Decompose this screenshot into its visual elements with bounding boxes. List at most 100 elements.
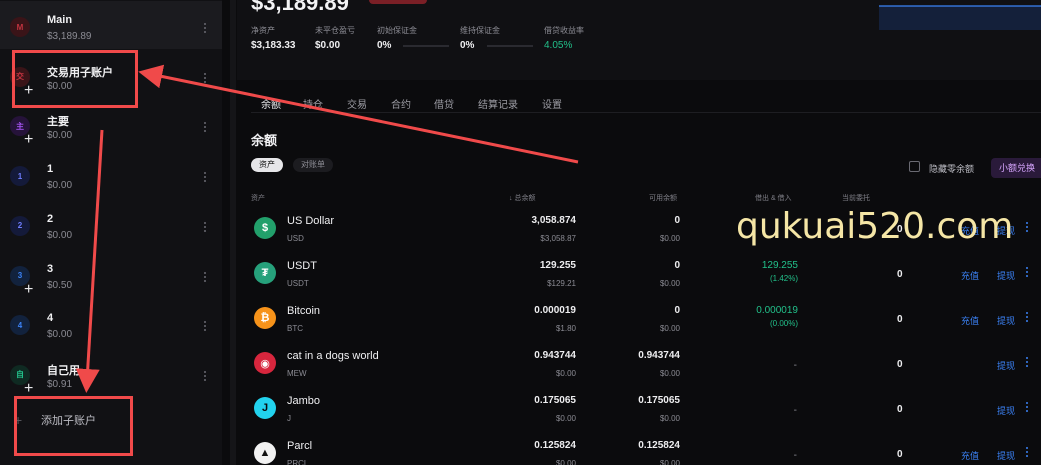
borrow-lend-rate: (1.42%)	[769, 274, 798, 283]
subaccount-balance: $3,189.89	[47, 31, 92, 42]
tab-trades[interactable]: 交易	[347, 96, 367, 111]
subaccount-avatar: 1	[10, 166, 30, 187]
asset-symbol: USD	[287, 234, 304, 243]
subaccount-item[interactable]: M Main $3,189.89	[0, 1, 222, 49]
plus-badge-icon: +	[24, 280, 34, 298]
row-more-icon[interactable]	[1026, 310, 1029, 324]
more-options-icon[interactable]	[204, 220, 208, 234]
row-more-icon[interactable]	[1026, 400, 1029, 414]
asset-row: ◉ cat in a dogs world MEW 0.943744 $0.00 0.94…	[237, 342, 1041, 386]
asset-row: ₿ Bitcoin BTC 0.000019 $1.80 0 $0.00 0.000019 (0…	[237, 297, 1041, 341]
open-orders-count: 0	[897, 314, 903, 325]
kpi-label-equity: 净资产	[251, 26, 275, 35]
asset-name: Parcl	[287, 440, 313, 452]
total-balance-value: 0.175065	[534, 395, 576, 406]
subaccount-avatar: 2	[10, 215, 30, 236]
pill-assets[interactable]: 资产	[251, 158, 283, 172]
asset-symbol: MEW	[287, 369, 307, 378]
initial-margin-bar	[403, 45, 449, 47]
pill-statement[interactable]: 对账单	[293, 158, 333, 172]
subaccount-avatar: 4	[10, 315, 30, 336]
subaccount-name: 3	[47, 262, 54, 275]
coin-icon: ₿	[254, 307, 276, 329]
hide-zero-checkbox[interactable]	[909, 161, 920, 172]
withdraw-link[interactable]: 提现	[997, 404, 1015, 417]
available-balance-usd: $0.00	[659, 459, 680, 465]
borrow-lend-rate: (0.00%)	[769, 319, 798, 328]
tab-positions[interactable]: 持仓	[303, 96, 323, 111]
subaccount-balance: $0.00	[47, 180, 73, 192]
asset-symbol: BTC	[287, 324, 303, 333]
subaccount-name: Main	[47, 14, 73, 26]
asset-symbol: USDT	[287, 279, 309, 288]
subaccount-name: 4	[47, 312, 54, 325]
row-more-icon[interactable]	[1026, 445, 1029, 459]
withdraw-link[interactable]: 提现	[997, 269, 1015, 282]
open-orders-count: 0	[897, 269, 903, 280]
kpi-label-maintenance-margin: 维持保证金	[460, 26, 500, 35]
coin-icon: ₮	[254, 262, 276, 284]
tab-settings[interactable]: 设置	[542, 96, 562, 111]
col-header-total[interactable]: ↓ 总余额	[509, 193, 535, 203]
subaccount-item[interactable]: 自 + 自己用 $0.91	[0, 349, 222, 397]
deposit-link[interactable]: 充值	[961, 269, 979, 282]
col-header-borrow-lend: 借出 & 借入	[755, 195, 792, 202]
row-more-icon[interactable]	[1026, 220, 1029, 234]
asset-name: USDT	[287, 260, 317, 272]
plus-badge-icon: +	[24, 131, 34, 149]
subaccount-balance: $0.00	[47, 329, 73, 341]
withdraw-link[interactable]: 提现	[997, 314, 1015, 327]
total-balance-usd: $0.00	[555, 414, 576, 423]
row-more-icon[interactable]	[1026, 265, 1029, 279]
highlight-box-subaccount	[12, 50, 138, 108]
col-header-orders: 当前委托	[842, 195, 870, 202]
tab-divider	[251, 112, 1041, 113]
subaccount-item[interactable]: 2 2 $0.00	[0, 200, 222, 248]
kpi-value-initial-margin: 0%	[377, 40, 392, 51]
watermark-text: qukuai520.com	[736, 206, 1014, 247]
subaccount-name: 1	[47, 163, 54, 176]
kpi-label-unrealized-pnl: 未平仓盈亏	[315, 26, 355, 35]
small-convert-button[interactable]: 小额兑换	[991, 158, 1041, 178]
withdraw-link[interactable]: 提现	[997, 359, 1015, 372]
available-balance-usd: $0.00	[659, 279, 680, 288]
more-options-icon[interactable]	[204, 170, 208, 184]
more-options-icon[interactable]	[204, 71, 208, 85]
more-options-icon[interactable]	[204, 319, 208, 333]
subaccount-item[interactable]: 1 1 $0.00	[0, 150, 222, 198]
asset-symbol: J	[287, 414, 291, 423]
more-options-icon[interactable]	[204, 120, 208, 134]
coin-icon: ◉	[254, 352, 276, 374]
coin-icon: $	[254, 217, 276, 239]
available-balance-value: 0.943744	[638, 350, 680, 361]
subaccount-item[interactable]: 4 4 $0.00	[0, 299, 222, 347]
total-balance-value: 0.125824	[534, 440, 576, 451]
subaccount-item[interactable]: 3 +3 $0.50	[0, 250, 222, 298]
change-pill	[369, 0, 427, 4]
coin-icon: ▲	[254, 442, 276, 464]
total-balance-usd: $129.21	[547, 279, 576, 288]
more-options-icon[interactable]	[204, 21, 208, 35]
subaccount-balance: $0.50	[47, 279, 73, 291]
available-balance-value: 0.125824	[638, 440, 680, 451]
tab-contracts[interactable]: 合约	[391, 96, 411, 111]
available-balance-value: 0	[674, 305, 680, 316]
withdraw-link[interactable]: 提现	[997, 449, 1015, 462]
summary-header: $3,189.89 净资产 $3,183.33 未平仓盈亏 $0.00 初始保证…	[237, 0, 1041, 80]
available-balance-value: 0	[674, 215, 680, 226]
more-options-icon[interactable]	[204, 270, 208, 284]
more-options-icon[interactable]	[204, 369, 208, 383]
row-more-icon[interactable]	[1026, 355, 1029, 369]
subaccount-name: 主要	[47, 116, 69, 129]
asset-row: ₮ USDT USDT 129.255 $129.21 0 $0.00 129.255 (1.4…	[237, 252, 1041, 296]
asset-row: J Jambo J 0.175065 $0.00 0.175065 $0.00 - 0 提现	[237, 387, 1041, 431]
borrow-lend-value: 129.255	[761, 260, 798, 271]
tab-settlements[interactable]: 结算记录	[478, 96, 518, 111]
available-balance-value: 0.175065	[638, 395, 680, 406]
total-balance-value: 0.000019	[534, 305, 576, 316]
tab-lending[interactable]: 借贷	[434, 96, 454, 111]
kpi-value-equity: $3,183.33	[251, 40, 296, 51]
deposit-link[interactable]: 充值	[961, 449, 979, 462]
tab-balance[interactable]: 余额	[261, 96, 281, 111]
deposit-link[interactable]: 充值	[961, 314, 979, 327]
